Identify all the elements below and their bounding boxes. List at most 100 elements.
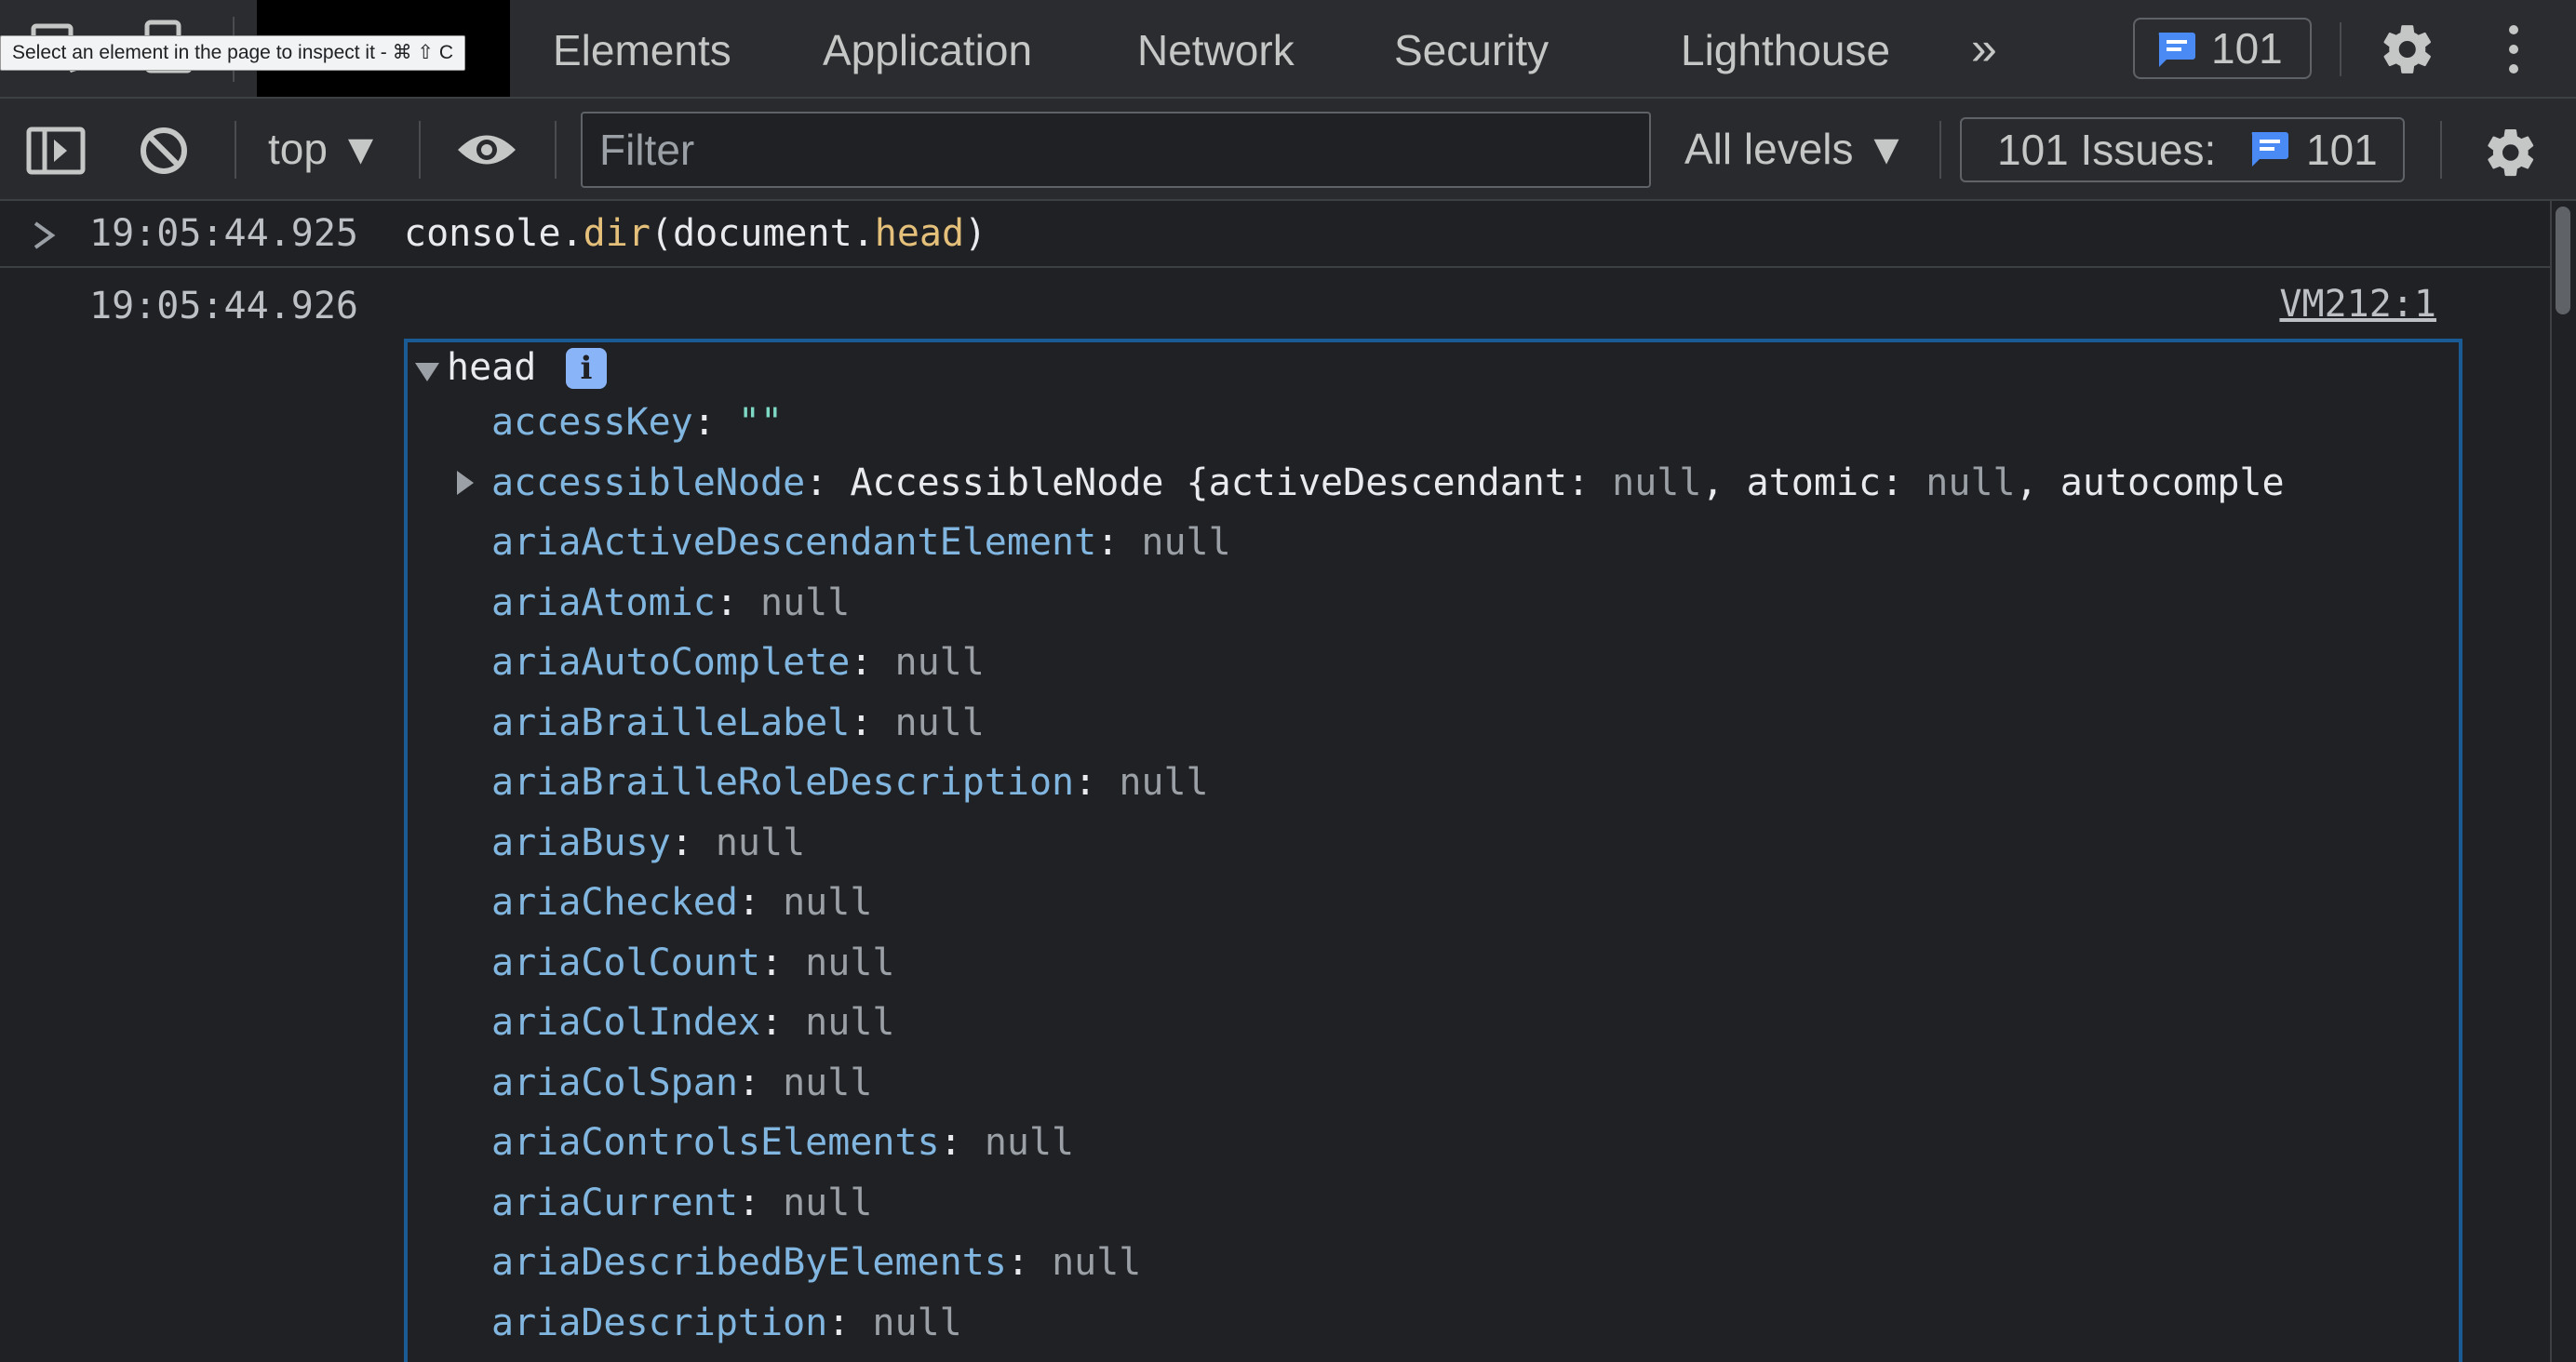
- property-colon: :: [1074, 761, 1120, 804]
- console-command[interactable]: console.dir(document.head): [404, 212, 986, 255]
- property-row[interactable]: ariaBrailleRoleDescription: null: [491, 753, 1209, 812]
- property-colon: :: [1006, 1241, 1053, 1284]
- input-timestamp: 19:05:44.925: [89, 212, 358, 255]
- console-settings-gear-icon[interactable]: [2483, 125, 2539, 180]
- cmd-property: head: [874, 212, 965, 255]
- cmd-arg: (document.: [650, 212, 875, 255]
- property-row[interactable]: ariaControlsElements: null: [491, 1113, 1074, 1172]
- property-value: null: [872, 1301, 962, 1344]
- property-colon: :: [692, 401, 738, 444]
- issues-count: 101: [2306, 126, 2378, 174]
- property-key: ariaColCount: [491, 941, 760, 984]
- console-scrollbar[interactable]: [2550, 201, 2576, 1362]
- property-value: null: [783, 1181, 873, 1224]
- property-key: ariaDescription: [491, 1301, 828, 1344]
- tab-network[interactable]: Network: [1137, 0, 1295, 97]
- tab-application[interactable]: Application: [823, 0, 1032, 97]
- property-colon: :: [715, 581, 760, 624]
- message-bubble-icon: [2158, 33, 2195, 67]
- toolbar-divider: [1939, 121, 1941, 179]
- toolbar-divider: [235, 121, 236, 179]
- property-value: null: [805, 1001, 895, 1044]
- property-value: null: [760, 581, 851, 624]
- property-colon: :: [1096, 521, 1142, 564]
- property-colon: :: [759, 941, 806, 984]
- property-key: ariaBrailleLabel: [491, 701, 851, 744]
- property-key: ariaColIndex: [491, 1001, 760, 1044]
- more-options-kebab-icon[interactable]: [2498, 20, 2529, 78]
- expanded-triangle-icon[interactable]: [413, 359, 441, 383]
- live-expression-eye-icon[interactable]: [456, 130, 517, 169]
- property-key: ariaChecked: [491, 881, 738, 924]
- property-value: null: [1141, 521, 1231, 564]
- property-colon: :: [759, 1001, 806, 1044]
- scrollbar-thumb[interactable]: [2556, 207, 2570, 314]
- log-levels-dropdown[interactable]: All levels ▼: [1684, 99, 1908, 199]
- source-link[interactable]: VM212:1: [2279, 283, 2436, 326]
- issues-counter-button[interactable]: 101: [2133, 18, 2312, 79]
- more-tabs-button[interactable]: »: [1971, 20, 1997, 76]
- output-timestamp: 19:05:44.926: [89, 285, 358, 327]
- issues-label: 101 Issues:: [1997, 126, 2217, 174]
- property-row[interactable]: accessKey: "": [491, 393, 783, 452]
- toolbar-divider: [2440, 121, 2442, 179]
- property-row[interactable]: ariaDescription: null: [491, 1293, 962, 1353]
- property-value: "": [737, 401, 784, 444]
- cmd-object: console.: [404, 212, 584, 255]
- object-name: head: [447, 346, 537, 389]
- filter-input[interactable]: [583, 114, 1649, 186]
- console-input-entry: 19:05:44.925 console.dir(document.head): [0, 201, 2550, 268]
- property-colon: :: [670, 821, 716, 864]
- tab-elements[interactable]: Elements: [553, 0, 731, 97]
- object-tree-selected[interactable]: head i accessKey: "" accessibleNode: Acce…: [404, 339, 2462, 1362]
- property-key: accessKey: [491, 401, 693, 444]
- sidebar-toggle-icon[interactable]: [26, 127, 86, 175]
- property-colon: :: [827, 1301, 873, 1344]
- property-row[interactable]: ariaAutoComplete: null: [491, 633, 985, 692]
- property-value: null: [783, 881, 873, 924]
- collapsed-triangle-icon[interactable]: [454, 469, 476, 497]
- property-row[interactable]: ariaActiveDescendantElement: null: [491, 513, 1231, 572]
- property-row[interactable]: ariaBusy: null: [491, 813, 805, 873]
- clear-console-icon[interactable]: [138, 125, 190, 177]
- info-icon[interactable]: i: [566, 348, 607, 389]
- issues-button[interactable]: 101 Issues: 101: [1960, 117, 2405, 182]
- context-selector[interactable]: top ▼: [268, 99, 382, 199]
- tab-security[interactable]: Security: [1394, 0, 1549, 97]
- property-value: null: [984, 1121, 1075, 1164]
- property-key: ariaBrailleRoleDescription: [491, 761, 1075, 804]
- property-key: ariaBusy: [491, 821, 671, 864]
- property-colon: :: [737, 1061, 784, 1104]
- property-value: null: [715, 821, 806, 864]
- property-row[interactable]: ariaCurrent: null: [491, 1173, 872, 1233]
- property-row[interactable]: ariaChecked: null: [491, 873, 872, 932]
- property-row[interactable]: ariaColIndex: null: [491, 993, 894, 1052]
- property-colon: :: [737, 1181, 784, 1224]
- issues-count: 101: [2211, 24, 2283, 73]
- property-colon: :: [939, 1121, 985, 1164]
- property-colon: :: [805, 461, 851, 504]
- property-colon: :: [850, 701, 895, 744]
- property-row[interactable]: ariaColSpan: null: [491, 1053, 872, 1113]
- toolbar-divider: [419, 121, 421, 179]
- property-value: null: [894, 701, 985, 744]
- property-key: ariaAtomic: [491, 581, 716, 624]
- property-row[interactable]: ariaDescribedByElements: null: [491, 1233, 1141, 1292]
- property-value: null: [894, 641, 985, 684]
- cmd-function: dir: [583, 212, 651, 255]
- property-key: accessibleNode: [491, 461, 806, 504]
- filter-box: [581, 112, 1651, 188]
- property-value: null: [1052, 1241, 1142, 1284]
- property-key: ariaAutoComplete: [491, 641, 851, 684]
- property-row[interactable]: ariaBrailleLabel: null: [491, 693, 985, 753]
- tab-lighthouse[interactable]: Lighthouse: [1681, 0, 1890, 97]
- property-row[interactable]: ariaAtomic: null: [491, 573, 850, 633]
- property-row[interactable]: ariaColCount: null: [491, 933, 894, 993]
- property-row[interactable]: accessibleNode: AccessibleNode {activeDe…: [491, 453, 2285, 513]
- property-key: ariaCurrent: [491, 1181, 738, 1224]
- settings-gear-icon[interactable]: [2379, 20, 2436, 78]
- devtools-tab-bar: Select an element in the page to inspect…: [0, 0, 2576, 99]
- property-value: null: [1119, 761, 1209, 804]
- property-colon: :: [737, 881, 784, 924]
- inspect-tooltip: Select an element in the page to inspect…: [0, 35, 466, 71]
